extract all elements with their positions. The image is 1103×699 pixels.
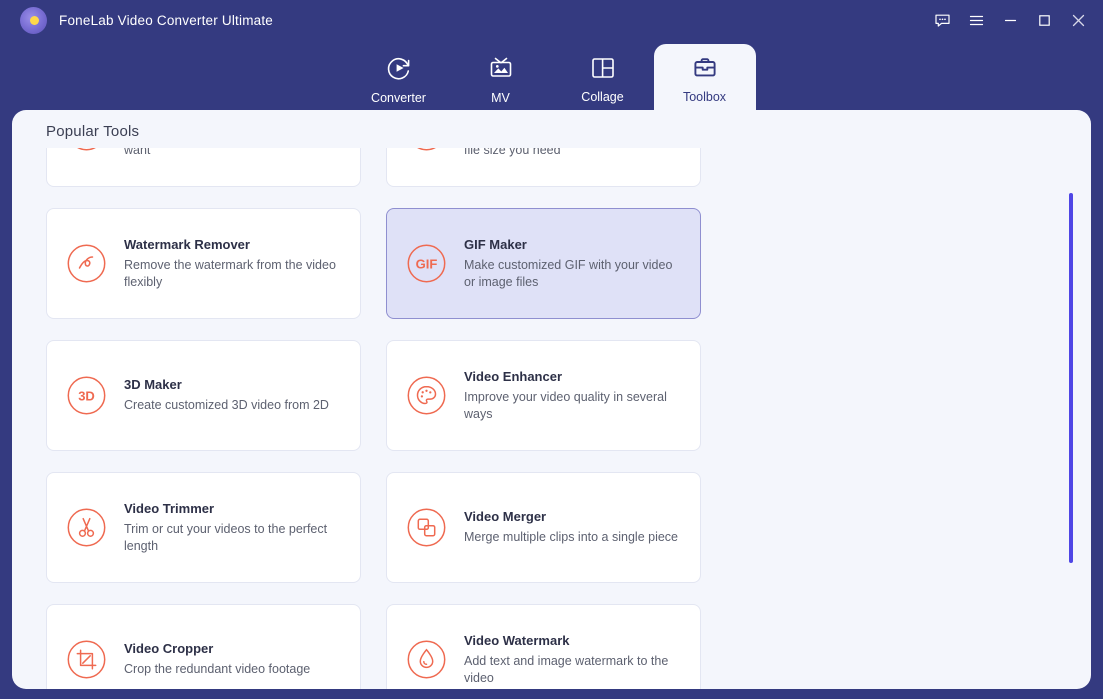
water-drop-icon bbox=[403, 636, 450, 683]
tool-description: Add text and image watermark to the vide… bbox=[464, 654, 669, 685]
tool-text: Media Metadata EditorKeep original file … bbox=[124, 148, 344, 158]
mv-icon bbox=[486, 53, 516, 83]
tool-card[interactable]: Video Cropper Crop the redundant video fo… bbox=[46, 604, 361, 689]
svg-text:GIF: GIF bbox=[416, 256, 438, 271]
tool-text: Video Trimmer Trim or cut your videos to … bbox=[124, 501, 344, 554]
tool-card[interactable]: Video CompressorCompress your video file… bbox=[386, 148, 701, 187]
tool-text: Video Merger Merge multiple clips into a … bbox=[464, 509, 678, 546]
tool-title: Video Enhancer bbox=[464, 369, 563, 384]
app-title: FoneLab Video Converter Ultimate bbox=[59, 12, 274, 28]
tool-title: 3D Maker bbox=[124, 377, 182, 393]
tool-description: Crop the redundant video footage bbox=[124, 662, 311, 677]
tool-text: Video Cropper Crop the redundant video fo… bbox=[124, 641, 310, 678]
collage-icon bbox=[589, 54, 617, 82]
tab-collage[interactable]: Collage bbox=[552, 44, 654, 114]
app-window: FoneLab Video Converter Ultimate Convert… bbox=[0, 0, 1103, 699]
tool-description: Improve your video quality in several wa… bbox=[464, 390, 667, 421]
tool-text: Video CompressorCompress your video file… bbox=[464, 148, 684, 158]
tool-title: Video Merger bbox=[464, 509, 547, 525]
tab-toolbox-label: Toolbox bbox=[682, 90, 727, 104]
tool-description: Compress your video files to the proper … bbox=[464, 148, 561, 157]
tool-description: Create customized 3D video from 2D bbox=[124, 398, 329, 413]
tool-card[interactable]: 3D 3D Maker Create customized 3D video fro… bbox=[46, 340, 361, 451]
tool-card[interactable]: Video Watermark Add text and image waterm… bbox=[386, 604, 701, 689]
tab-collage-label: Collage bbox=[581, 90, 624, 104]
tool-title: Watermark Remover bbox=[124, 237, 250, 252]
tool-text: 3D Maker Create customized 3D video from … bbox=[124, 377, 329, 414]
crop-icon bbox=[63, 636, 110, 683]
media-info-icon bbox=[63, 148, 110, 155]
tool-description: Keep original file info or edit as you w… bbox=[124, 148, 151, 157]
tool-card[interactable]: Video Trimmer Trim or cut your videos to … bbox=[46, 472, 361, 583]
three-d-badge-icon: 3D bbox=[63, 372, 110, 419]
maximize-button[interactable] bbox=[1027, 0, 1061, 40]
tools-grid: Media Metadata EditorKeep original file … bbox=[12, 148, 1061, 689]
tool-title: Video Watermark bbox=[464, 633, 570, 648]
tool-text: Video Watermark Add text and image waterm… bbox=[464, 633, 684, 686]
svg-text:3D: 3D bbox=[78, 388, 95, 403]
scissors-icon bbox=[63, 504, 110, 551]
tool-title: Video Trimmer bbox=[124, 501, 215, 516]
tab-converter-label: Converter bbox=[371, 91, 426, 105]
minimize-button[interactable] bbox=[993, 0, 1027, 40]
tool-text: Watermark Remover Remove the watermark fr… bbox=[124, 237, 344, 290]
tool-card[interactable]: GIF GIF Maker Make customized GIF with you… bbox=[386, 208, 701, 319]
tab-toolbox[interactable]: Toolbox bbox=[653, 44, 756, 114]
watermark-remove-icon bbox=[63, 240, 110, 287]
tools-scroll-viewport: Media Metadata EditorKeep original file … bbox=[12, 148, 1091, 689]
tool-card[interactable]: Video Merger Merge multiple clips into a … bbox=[386, 472, 701, 583]
menu-button[interactable] bbox=[959, 0, 993, 40]
tool-description: Make customized GIF with your video or i… bbox=[464, 258, 673, 289]
palette-icon bbox=[403, 372, 450, 419]
tab-converter[interactable]: Converter bbox=[348, 44, 450, 114]
merge-squares-icon bbox=[403, 504, 450, 551]
tools-scrollbar[interactable] bbox=[1067, 148, 1077, 689]
tool-text: GIF Maker Make customized GIF with your v… bbox=[464, 237, 684, 290]
tool-title: Video Cropper bbox=[124, 641, 214, 657]
title-bar: FoneLab Video Converter Ultimate bbox=[0, 0, 1103, 40]
window-controls bbox=[925, 0, 1103, 40]
tool-card[interactable]: Video Enhancer Improve your video quality… bbox=[386, 340, 701, 451]
page-title: Popular Tools bbox=[46, 123, 140, 140]
tool-title: GIF Maker bbox=[464, 237, 527, 252]
tool-card[interactable]: Watermark Remover Remove the watermark fr… bbox=[46, 208, 361, 319]
tools-scrollbar-thumb[interactable] bbox=[1069, 193, 1073, 563]
toolbox-content-panel: Popular Tools Media Metadata EditorKeep … bbox=[12, 110, 1091, 689]
converter-icon bbox=[384, 53, 414, 83]
tab-mv-label: MV bbox=[491, 91, 510, 105]
tool-card[interactable]: Media Metadata EditorKeep original file … bbox=[46, 148, 361, 187]
feedback-button[interactable] bbox=[925, 0, 959, 40]
app-logo-icon bbox=[20, 6, 47, 34]
tool-description: Merge multiple clips into a single piece bbox=[464, 530, 678, 545]
tool-description: Trim or cut your videos to the perfect l… bbox=[124, 522, 328, 553]
tab-mv[interactable]: MV bbox=[450, 44, 552, 114]
tool-description: Remove the watermark from the video flex… bbox=[124, 258, 336, 289]
main-nav-tabs: Converter MV Collage Toolbox bbox=[0, 40, 1103, 114]
tool-text: Video Enhancer Improve your video quality… bbox=[464, 369, 684, 422]
toolbox-briefcase-icon bbox=[691, 54, 719, 82]
compress-icon bbox=[403, 148, 450, 155]
gif-badge-icon: GIF bbox=[403, 240, 450, 287]
close-button[interactable] bbox=[1061, 0, 1095, 40]
